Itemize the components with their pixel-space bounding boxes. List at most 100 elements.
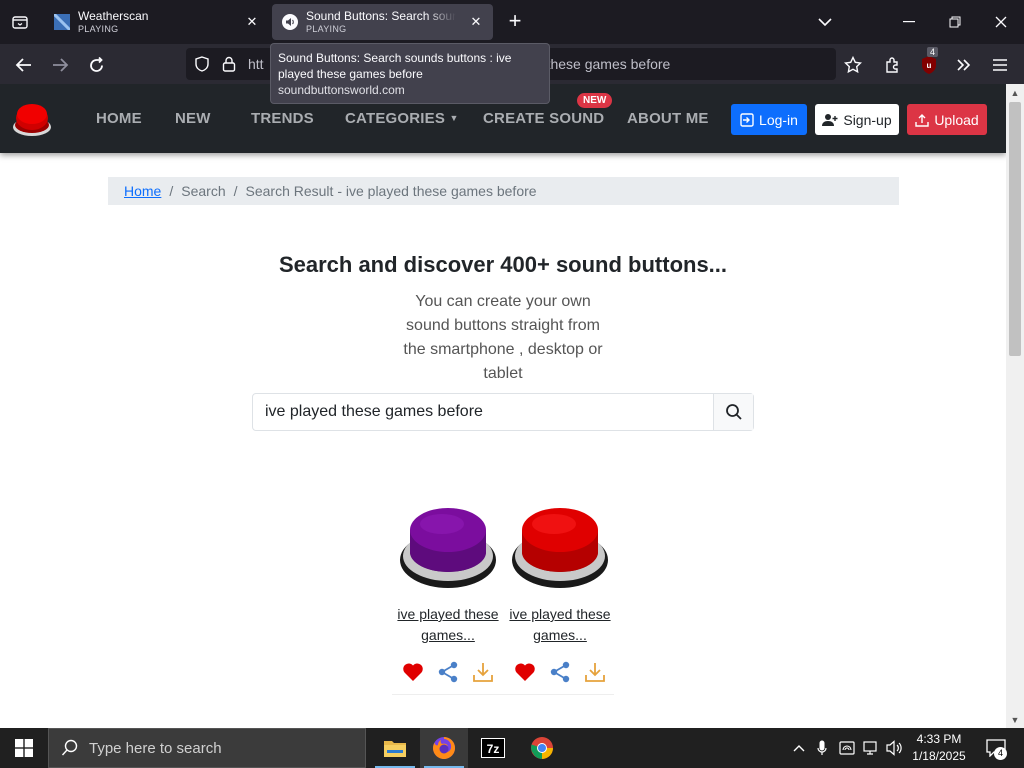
microphone-icon[interactable] — [812, 738, 832, 758]
scroll-up-icon[interactable]: ▲ — [1006, 84, 1024, 101]
new-tab-icon[interactable]: + — [503, 10, 527, 34]
taskbar-search-placeholder: Type here to search — [89, 739, 222, 757]
search-button[interactable] — [713, 394, 753, 430]
upload-icon — [915, 113, 930, 127]
scroll-down-icon[interactable]: ▼ — [1006, 711, 1024, 728]
windows-start-icon[interactable] — [0, 728, 48, 768]
clock-time: 4:33 PM — [916, 732, 962, 746]
search-input[interactable] — [253, 394, 714, 430]
breadcrumb-search: Search — [181, 183, 226, 199]
tab-sound-buttons[interactable]: Sound Buttons: Search sounds buttons : i… — [272, 4, 493, 40]
login-label: Log-in — [759, 111, 798, 128]
signup-label: Sign-up — [843, 111, 892, 128]
wifi-status-icon[interactable] — [837, 738, 857, 758]
breadcrumb-separator: / — [169, 183, 174, 199]
scrollbar-thumb[interactable] — [1009, 102, 1021, 356]
heart-icon[interactable] — [400, 660, 426, 684]
page-scrollbar[interactable]: ▲ ▼ — [1006, 84, 1024, 728]
bookmark-star-icon[interactable] — [840, 52, 866, 78]
breadcrumb-home-link[interactable]: Home — [124, 183, 161, 199]
nav-new[interactable]: NEW — [175, 110, 211, 127]
firefox-icon[interactable] — [420, 728, 468, 768]
tooltip-host: soundbuttonsworld.com — [278, 83, 405, 97]
tab-weatherscan[interactable]: Weatherscan PLAYING ✕ — [44, 4, 269, 40]
file-explorer-icon[interactable] — [371, 728, 419, 768]
close-window-icon[interactable] — [978, 0, 1024, 44]
tab-title: Weatherscan — [78, 9, 149, 23]
volume-icon[interactable] — [885, 738, 905, 758]
sound-card: ive played these games... — [504, 496, 616, 684]
show-hidden-icons-chevron-up-icon[interactable] — [789, 738, 809, 758]
download-icon[interactable] — [582, 660, 608, 684]
nav-about-me[interactable]: ABOUT ME — [627, 110, 709, 127]
breadcrumb: Home / Search / Search Result - ive played t… — [108, 177, 899, 205]
browser-tab-strip: Weatherscan PLAYING ✕ Sound Buttons: Sea… — [0, 0, 1024, 44]
svg-text:u: u — [927, 61, 932, 70]
download-icon[interactable] — [470, 660, 496, 684]
nav-create-sound[interactable]: CREATE SOUND — [483, 110, 604, 127]
clock-date: 1/18/2025 — [912, 749, 966, 763]
upload-label: Upload — [934, 111, 979, 128]
reload-icon[interactable] — [83, 52, 109, 78]
taskbar-search[interactable]: Type here to search — [48, 728, 366, 768]
tab-tooltip: Sound Buttons: Search sounds buttons : i… — [270, 43, 550, 104]
tab-list-icon[interactable] — [8, 10, 32, 34]
search-form — [252, 393, 754, 431]
shield-icon[interactable] — [194, 56, 210, 72]
back-arrow-icon[interactable] — [11, 52, 37, 78]
7zip-icon[interactable]: 7z — [469, 728, 517, 768]
hamburger-menu-icon[interactable] — [987, 52, 1013, 78]
ublock-origin-icon[interactable]: u 4 — [916, 47, 942, 78]
notification-count: 4 — [994, 747, 1007, 760]
divider — [392, 694, 614, 695]
extension-badge: 4 — [927, 47, 939, 57]
close-tab-icon[interactable]: ✕ — [243, 13, 261, 31]
chrome-icon[interactable] — [518, 728, 566, 768]
nav-categories-label: CATEGORIES — [345, 110, 446, 127]
tab-status: PLAYING — [306, 24, 347, 34]
windows-taskbar: Type here to search 7z 4:33 PM 1/18/2025… — [0, 728, 1024, 768]
share-icon[interactable] — [435, 660, 461, 684]
site-logo-red-button-icon[interactable] — [12, 98, 52, 138]
nav-home[interactable]: HOME — [96, 110, 142, 127]
weatherscan-favicon-icon — [54, 14, 70, 30]
forward-arrow-icon[interactable] — [47, 52, 73, 78]
chevron-down-icon[interactable] — [802, 0, 848, 44]
breadcrumb-current: Search Result - ive played these games b… — [245, 183, 537, 199]
sound-title-link[interactable]: ive played these games... — [392, 604, 504, 646]
close-tab-icon[interactable]: ✕ — [467, 13, 485, 31]
sound-card: ive played these games... — [392, 496, 504, 684]
speaker-icon — [282, 14, 298, 30]
overflow-chevrons-icon[interactable] — [951, 52, 977, 78]
minimize-icon[interactable] — [886, 0, 932, 44]
restore-icon[interactable] — [932, 0, 978, 44]
extensions-puzzle-icon[interactable] — [880, 52, 906, 78]
signup-button[interactable]: Sign-up — [815, 104, 899, 135]
heart-icon[interactable] — [512, 660, 538, 684]
nav-categories[interactable]: CATEGORIES ▼ — [345, 110, 459, 127]
nav-trends[interactable]: TRENDS — [251, 110, 314, 127]
lock-icon[interactable] — [222, 56, 236, 72]
purple-sound-button[interactable] — [398, 496, 498, 592]
upload-button[interactable]: Upload — [907, 104, 987, 135]
tooltip-title: Sound Buttons: Search sounds buttons : i… — [278, 51, 512, 81]
network-icon[interactable] — [861, 738, 881, 758]
sign-in-icon — [740, 112, 754, 127]
url-visible-start: htt — [248, 56, 264, 72]
taskbar-clock[interactable]: 4:33 PM 1/18/2025 — [905, 731, 973, 765]
web-page: HOME NEW TRENDS CATEGORIES ▼ CREATE SOUN… — [0, 84, 1006, 728]
tab-title: Sound Buttons: Search sounds buttons : i… — [306, 9, 456, 23]
notifications-icon[interactable]: 4 — [982, 738, 1010, 760]
share-icon[interactable] — [547, 660, 573, 684]
page-title: Search and discover 400+ sound buttons..… — [278, 252, 728, 277]
red-sound-button[interactable] — [510, 496, 610, 592]
login-button[interactable]: Log-in — [731, 104, 807, 135]
breadcrumb-separator: / — [233, 183, 238, 199]
user-plus-icon — [822, 113, 838, 126]
search-icon — [725, 404, 742, 420]
new-badge: NEW — [577, 93, 613, 108]
caret-down-icon: ▼ — [449, 113, 459, 123]
sound-title-link[interactable]: ive played these games... — [504, 604, 616, 646]
svg-text:7z: 7z — [487, 742, 500, 756]
url-visible-end: these games before — [546, 56, 671, 72]
